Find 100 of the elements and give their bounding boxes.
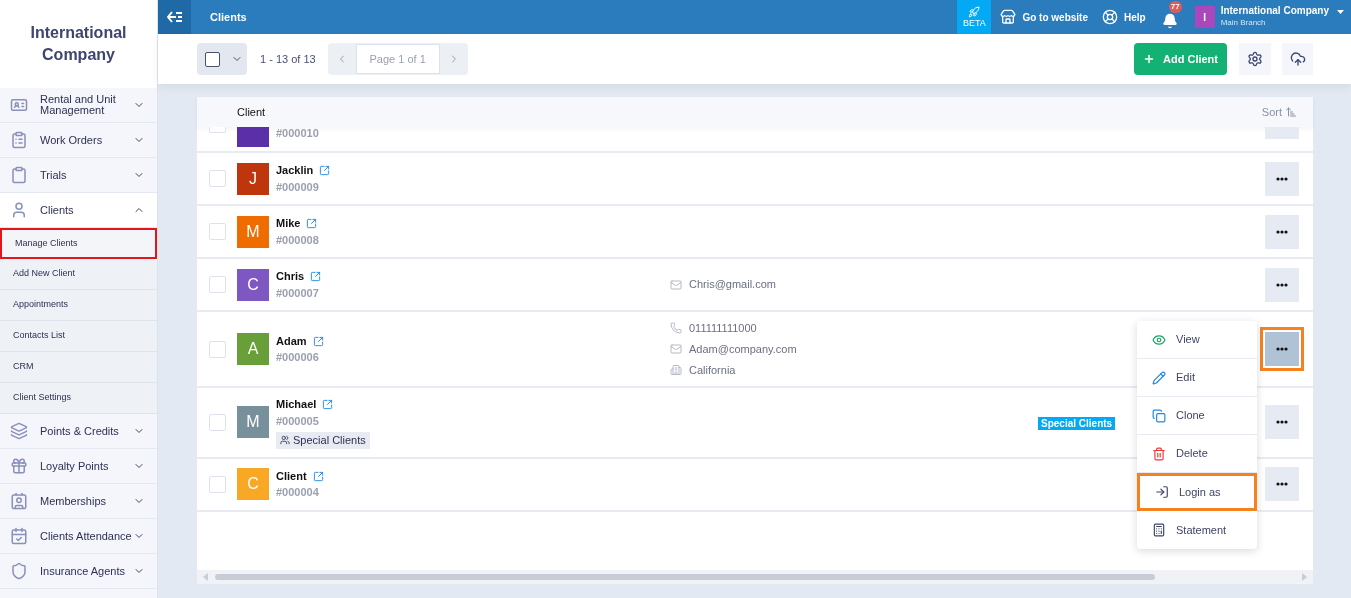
row-checkbox[interactable] (209, 170, 226, 187)
sidebar-item[interactable]: Clients (0, 193, 157, 228)
help-link[interactable]: Help (1101, 9, 1146, 25)
more-icon (1276, 229, 1288, 234)
shield-icon (10, 562, 28, 580)
submenu-item[interactable]: Appointments (0, 290, 157, 321)
row-checkbox[interactable] (209, 475, 226, 493)
group-label: Special Clients (276, 431, 370, 449)
lifebuoy-icon (1101, 9, 1118, 25)
settings-icon (1247, 51, 1263, 67)
actions-button[interactable] (1265, 405, 1299, 440)
actions-button[interactable] (1265, 467, 1299, 501)
mail-icon (670, 278, 682, 291)
id-card-icon (10, 96, 28, 114)
client-number: #000004 (276, 485, 320, 501)
copy-icon (1152, 408, 1166, 423)
plus-icon (1143, 53, 1155, 65)
external-link-icon[interactable] (319, 165, 331, 176)
trash-icon (1152, 446, 1166, 461)
submenu-item[interactable]: CRM (0, 352, 157, 383)
menu-item[interactable]: Delete (1137, 435, 1257, 473)
account-menu[interactable]: I International Company Main Branch (1194, 5, 1344, 29)
menu-item[interactable]: Statement (1137, 511, 1257, 549)
client-name[interactable]: Client (276, 467, 307, 485)
select-all-dropdown[interactable] (197, 43, 247, 75)
row-checkbox[interactable] (209, 340, 226, 358)
menu-item[interactable]: Edit (1137, 359, 1257, 397)
account-name: International Company (1220, 5, 1329, 17)
submenu-item[interactable]: Manage Clients (0, 228, 157, 259)
branch-name: Main Branch (1220, 17, 1267, 29)
external-link-icon[interactable] (312, 470, 324, 482)
client-avatar: C (237, 468, 269, 500)
more-icon (1276, 347, 1288, 351)
submenu-item[interactable]: Client Settings (0, 383, 157, 414)
client-name[interactable]: Michael (276, 396, 317, 413)
menu-item[interactable]: View (1137, 321, 1257, 359)
contact-detail: 011111111000 (689, 320, 757, 336)
client-name[interactable]: Chris (276, 268, 305, 285)
sidebar-item[interactable]: Memberships (0, 484, 157, 519)
notification-count: 77 (1168, 1, 1182, 13)
more-icon (1276, 282, 1288, 287)
login-icon (1155, 485, 1169, 499)
phone-icon (670, 322, 682, 334)
row-checkbox[interactable] (209, 276, 226, 293)
more-icon (1276, 176, 1288, 181)
external-link-icon[interactable] (306, 218, 318, 229)
row-checkbox[interactable] (209, 413, 226, 431)
gift-icon (10, 457, 28, 475)
store-icon (1000, 9, 1017, 25)
bell-icon (1161, 13, 1178, 29)
sidebar-item[interactable]: Insurance Agents (0, 554, 157, 589)
client-name[interactable]: Adam (276, 332, 307, 350)
client-number: #000007 (276, 285, 320, 301)
more-icon (1276, 420, 1288, 425)
external-link-icon[interactable] (322, 398, 334, 410)
external-link-icon[interactable] (312, 335, 324, 347)
sidebar-item[interactable]: Loyalty Points (0, 449, 157, 484)
actions-button[interactable] (1265, 161, 1299, 196)
horizontal-scrollbar[interactable] (197, 570, 1313, 584)
layers-icon (10, 422, 28, 440)
cloud-upload-icon (1289, 51, 1306, 67)
menu-item[interactable]: Login as (1137, 473, 1257, 511)
contact-detail: Chris@gmail.com (689, 277, 776, 293)
sort-icon (1285, 106, 1297, 118)
client-name[interactable]: Mike (276, 215, 301, 232)
calendar-icon (10, 527, 28, 545)
external-link-icon[interactable] (310, 271, 322, 282)
menu-item[interactable]: Clone (1137, 397, 1257, 435)
page-title: Clients (210, 9, 247, 25)
actions-button[interactable] (1265, 267, 1299, 302)
website-link[interactable]: Go to website (1000, 9, 1088, 25)
actions-button[interactable] (1265, 214, 1299, 249)
client-avatar: M (237, 215, 269, 248)
select-all-checkbox[interactable] (205, 51, 220, 67)
pencil-icon (1152, 370, 1166, 385)
client-number: #000009 (276, 179, 320, 195)
client-number: #000008 (276, 232, 320, 248)
client-avatar: J (237, 162, 269, 195)
sidebar-item[interactable]: Rental and Unit Management (0, 88, 157, 123)
contact-card-icon (10, 492, 28, 510)
submenu-item[interactable]: Contacts List (0, 321, 157, 352)
clipboard-icon (10, 166, 28, 184)
sidebar-item[interactable]: Points & Credits (0, 414, 157, 449)
sidebar-item[interactable]: Clients Attendance (0, 519, 157, 554)
row-checkbox[interactable] (209, 127, 226, 133)
settings-button[interactable] (1239, 43, 1271, 75)
client-avatar: A (237, 333, 269, 365)
more-icon (1276, 482, 1288, 486)
building-icon (670, 364, 682, 376)
client-name[interactable]: Jacklin (276, 162, 314, 179)
submenu-item[interactable]: Add New Client (0, 259, 157, 290)
calculator-icon (1152, 523, 1166, 537)
client-avatar: C (237, 268, 269, 301)
upload-button[interactable] (1282, 43, 1313, 75)
sidebar-item[interactable]: Work Orders (0, 123, 157, 158)
collapse-menu-button[interactable] (158, 0, 191, 34)
rocket-icon (968, 5, 981, 18)
row-checkbox[interactable] (209, 223, 226, 240)
collapse-arrow-icon (166, 11, 183, 23)
account-avatar: I (1194, 6, 1215, 28)
